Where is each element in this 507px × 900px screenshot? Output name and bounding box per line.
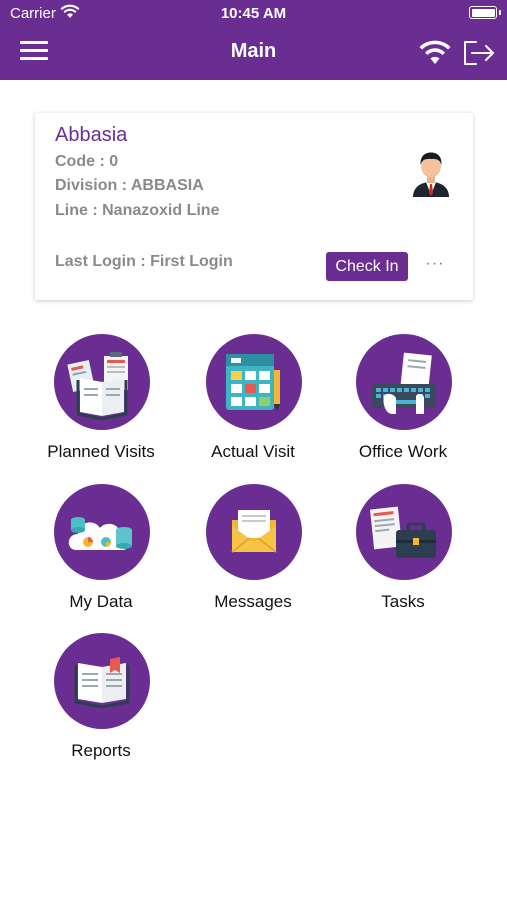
- reports-icon: [54, 633, 150, 729]
- tile-tasks[interactable]: Tasks: [328, 484, 478, 624]
- tile-planned-visits[interactable]: Planned Visits: [26, 334, 176, 474]
- battery-icon: [469, 6, 497, 19]
- tile-actual-visit[interactable]: Actual Visit: [178, 334, 328, 474]
- profile-line: Line : Nanazoxid Line: [55, 202, 220, 219]
- businessman-avatar-icon: [409, 149, 453, 197]
- tile-messages[interactable]: Messages: [178, 484, 328, 624]
- actual-visit-icon: [206, 334, 302, 430]
- tile-office-work[interactable]: Office Work: [328, 334, 478, 474]
- tile-reports[interactable]: Reports: [26, 633, 176, 773]
- more-options-button[interactable]: ···: [423, 253, 447, 277]
- planned-visits-icon: [54, 334, 150, 430]
- wifi-icon[interactable]: [418, 38, 452, 71]
- tile-my-data[interactable]: My Data: [26, 484, 176, 624]
- tasks-icon: [356, 484, 452, 580]
- check-in-button[interactable]: Check In: [326, 252, 408, 281]
- status-bar: Carrier 10:45 AM: [0, 0, 507, 28]
- profile-code: Code : 0: [55, 153, 119, 170]
- office-work-icon: [356, 334, 452, 430]
- tile-label: My Data: [69, 592, 133, 611]
- my-data-icon: [54, 484, 150, 580]
- app-header: Carrier 10:45 AM Main: [0, 0, 507, 80]
- last-login: Last Login : First Login: [55, 253, 233, 270]
- tile-label: Actual Visit: [211, 442, 295, 461]
- battery-tip: [499, 10, 501, 15]
- messages-icon: [206, 484, 302, 580]
- tile-label: Reports: [71, 741, 131, 760]
- tile-label: Messages: [214, 592, 292, 611]
- tile-label: Planned Visits: [47, 442, 155, 461]
- tile-label: Office Work: [358, 442, 448, 461]
- profile-card: Abbasia Code : 0 Division : ABBASIA Line…: [35, 113, 473, 300]
- profile-name: Abbasia: [55, 124, 128, 146]
- logout-icon[interactable]: [462, 36, 496, 73]
- profile-division: Division : ABBASIA: [55, 177, 204, 194]
- status-time: 10:45 AM: [220, 5, 287, 22]
- navigation-bar: Main: [0, 28, 507, 80]
- tile-label: Tasks: [381, 592, 425, 611]
